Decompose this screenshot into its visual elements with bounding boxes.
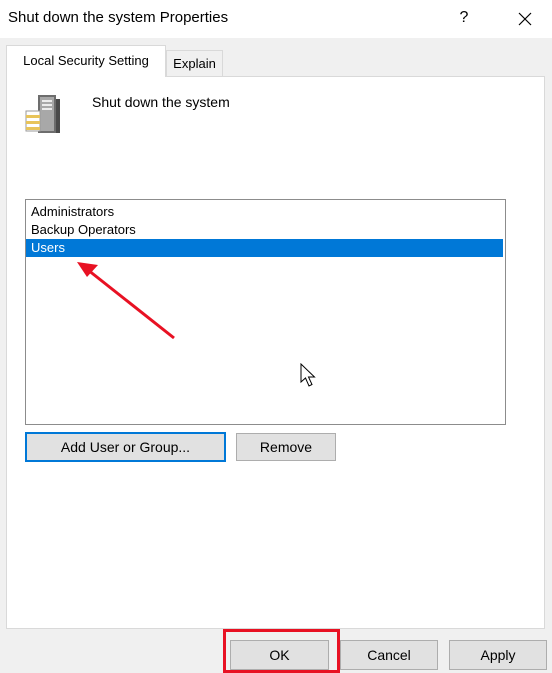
policy-name: Shut down the system [92,94,230,110]
close-icon [518,12,532,26]
tab-local-security-setting[interactable]: Local Security Setting [6,45,166,77]
mouse-cursor-icon [300,363,316,387]
add-user-or-group-button[interactable]: Add User or Group... [25,432,226,462]
list-item-selected[interactable]: Users [26,239,503,257]
members-listbox[interactable]: Administrators Backup Operators Users [25,199,506,425]
remove-button[interactable]: Remove [236,433,336,461]
list-item[interactable]: Administrators [26,203,503,221]
title-bar: Shut down the system Properties ? [0,0,552,38]
close-button[interactable] [510,5,540,33]
list-item[interactable]: Backup Operators [26,221,503,239]
window-title: Shut down the system Properties [8,9,229,26]
tab-explain[interactable]: Explain [166,50,223,77]
server-policy-icon [25,95,60,133]
ok-button[interactable]: OK [230,640,329,670]
help-button[interactable]: ? [452,7,476,31]
cancel-button[interactable]: Cancel [340,640,438,670]
apply-button[interactable]: Apply [449,640,547,670]
